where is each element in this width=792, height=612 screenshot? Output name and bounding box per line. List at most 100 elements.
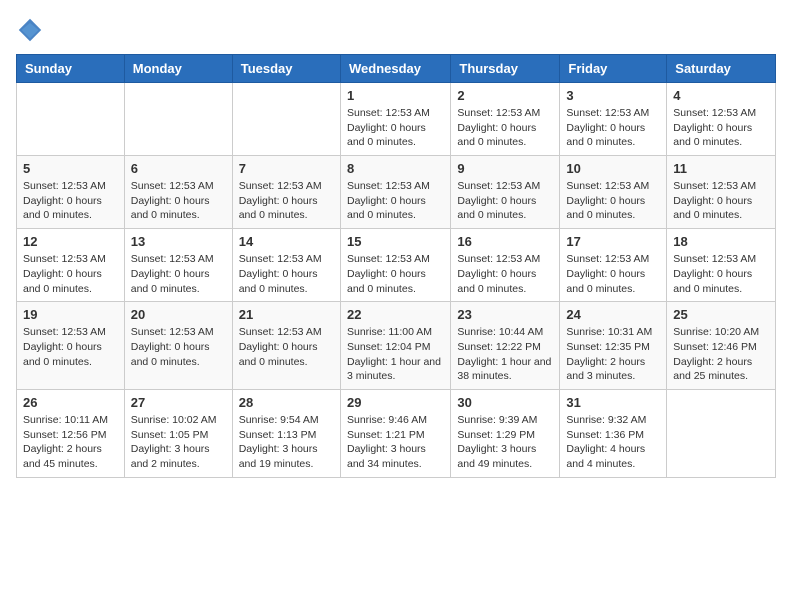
cell-info-text: Sunset: 12:53 AM Daylight: 0 hours and 0… xyxy=(673,179,769,223)
calendar-cell: 8 Sunset: 12:53 AM Daylight: 0 hours and … xyxy=(340,156,450,229)
cell-info-text: Sunset: 12:53 AM Daylight: 0 hours and 0… xyxy=(23,325,118,369)
cell-day-number: 1 xyxy=(347,88,444,103)
cell-info-text: Sunrise: 9:54 AM Sunset: 1:13 PM Dayligh… xyxy=(239,413,334,472)
calendar-week-row: 12 Sunset: 12:53 AM Daylight: 0 hours and… xyxy=(17,229,776,302)
cell-day-number: 27 xyxy=(131,395,226,410)
weekday-header: Sunday xyxy=(17,55,125,83)
cell-day-number: 15 xyxy=(347,234,444,249)
calendar-cell: 17 Sunset: 12:53 AM Daylight: 0 hours and… xyxy=(560,229,667,302)
cell-info-text: Sunset: 12:53 AM Daylight: 0 hours and 0… xyxy=(457,179,553,223)
cell-info-text: Sunrise: 11:00 AM Sunset: 12:04 PM Dayli… xyxy=(347,325,444,384)
cell-info-text: Sunset: 12:53 AM Daylight: 0 hours and 0… xyxy=(347,252,444,296)
calendar-cell: 24 Sunrise: 10:31 AM Sunset: 12:35 PM Day… xyxy=(560,302,667,390)
calendar-cell: 6 Sunset: 12:53 AM Daylight: 0 hours and … xyxy=(124,156,232,229)
cell-info-text: Sunset: 12:53 AM Daylight: 0 hours and 0… xyxy=(23,252,118,296)
cell-day-number: 8 xyxy=(347,161,444,176)
calendar-cell: 21Sunset: 12:53 AM Daylight: 0 hours and… xyxy=(232,302,340,390)
calendar-cell: 7 Sunset: 12:53 AM Daylight: 0 hours and … xyxy=(232,156,340,229)
cell-info-text: Sunset: 12:53 AM Daylight: 0 hours and 0… xyxy=(457,106,553,150)
cell-info-text: Sunset: 12:53 AM Daylight: 0 hours and 0… xyxy=(239,179,334,223)
cell-info-text: Sunset: 12:53 AM Daylight: 0 hours and 0… xyxy=(239,252,334,296)
cell-info-text: Sunrise: 10:11 AM Sunset: 12:56 PM Dayli… xyxy=(23,413,118,472)
weekday-header: Wednesday xyxy=(340,55,450,83)
cell-day-number: 14 xyxy=(239,234,334,249)
cell-day-number: 19 xyxy=(23,307,118,322)
weekday-header: Tuesday xyxy=(232,55,340,83)
calendar-cell: 31 Sunrise: 9:32 AM Sunset: 1:36 PM Dayli… xyxy=(560,389,667,477)
calendar-cell: 1 Sunset: 12:53 AM Daylight: 0 hours and … xyxy=(340,83,450,156)
calendar-cell: 3Sunset: 12:53 AM Daylight: 0 hours and … xyxy=(560,83,667,156)
cell-day-number: 6 xyxy=(131,161,226,176)
cell-info-text: Sunset: 12:53 AM Daylight: 0 hours and 0… xyxy=(457,252,553,296)
weekday-header: Thursday xyxy=(451,55,560,83)
calendar-cell: 30 Sunrise: 9:39 AM Sunset: 1:29 PM Dayli… xyxy=(451,389,560,477)
calendar-cell xyxy=(667,389,776,477)
cell-info-text: Sunset: 12:53 AM Daylight: 0 hours and 0… xyxy=(131,179,226,223)
calendar-cell xyxy=(17,83,125,156)
cell-info-text: Sunset: 12:53 AM Daylight: 0 hours and 0… xyxy=(131,252,226,296)
cell-day-number: 30 xyxy=(457,395,553,410)
cell-day-number: 24 xyxy=(566,307,660,322)
cell-info-text: Sunset: 12:53 AM Daylight: 0 hours and 0… xyxy=(23,179,118,223)
cell-info-text: Sunrise: 9:46 AM Sunset: 1:21 PM Dayligh… xyxy=(347,413,444,472)
calendar-week-row: 26 Sunrise: 10:11 AM Sunset: 12:56 PM Day… xyxy=(17,389,776,477)
cell-day-number: 7 xyxy=(239,161,334,176)
calendar-cell: 22 Sunrise: 11:00 AM Sunset: 12:04 PM Day… xyxy=(340,302,450,390)
calendar-cell: 13 Sunset: 12:53 AM Daylight: 0 hours and… xyxy=(124,229,232,302)
cell-day-number: 29 xyxy=(347,395,444,410)
calendar-cell: 10 Sunset: 12:53 AM Daylight: 0 hours and… xyxy=(560,156,667,229)
cell-day-number: 17 xyxy=(566,234,660,249)
weekday-header: Friday xyxy=(560,55,667,83)
cell-info-text: Sunrise: 10:02 AM Sunset: 1:05 PM Daylig… xyxy=(131,413,226,472)
cell-day-number: 12 xyxy=(23,234,118,249)
cell-day-number: 26 xyxy=(23,395,118,410)
calendar-cell xyxy=(232,83,340,156)
cell-day-number: 2 xyxy=(457,88,553,103)
weekday-header: Saturday xyxy=(667,55,776,83)
cell-day-number: 3 xyxy=(566,88,660,103)
cell-day-number: 11 xyxy=(673,161,769,176)
cell-info-text: Sunset: 12:53 AM Daylight: 0 hours and 0… xyxy=(673,106,769,150)
cell-info-text: Sunset: 12:53 AM Daylight: 0 hours and 0… xyxy=(347,106,444,150)
cell-day-number: 10 xyxy=(566,161,660,176)
cell-day-number: 23 xyxy=(457,307,553,322)
cell-day-number: 4 xyxy=(673,88,769,103)
cell-day-number: 18 xyxy=(673,234,769,249)
cell-info-text: Sunset: 12:53 AM Daylight: 0 hours and 0… xyxy=(239,325,334,369)
cell-day-number: 9 xyxy=(457,161,553,176)
cell-day-number: 25 xyxy=(673,307,769,322)
calendar-cell: 23 Sunrise: 10:44 AM Sunset: 12:22 PM Day… xyxy=(451,302,560,390)
calendar-cell: 20Sunset: 12:53 AM Daylight: 0 hours and… xyxy=(124,302,232,390)
calendar-cell: 2 Sunset: 12:53 AM Daylight: 0 hours and … xyxy=(451,83,560,156)
calendar-cell: 5 Sunset: 12:53 AM Daylight: 0 hours and … xyxy=(17,156,125,229)
calendar-table: SundayMondayTuesdayWednesdayThursdayFrid… xyxy=(16,54,776,478)
logo-icon xyxy=(16,16,44,44)
calendar-cell: 27 Sunrise: 10:02 AM Sunset: 1:05 PM Dayl… xyxy=(124,389,232,477)
cell-info-text: Sunrise: 9:32 AM Sunset: 1:36 PM Dayligh… xyxy=(566,413,660,472)
calendar-cell: 15 Sunset: 12:53 AM Daylight: 0 hours and… xyxy=(340,229,450,302)
cell-day-number: 5 xyxy=(23,161,118,176)
calendar-cell: 29 Sunrise: 9:46 AM Sunset: 1:21 PM Dayli… xyxy=(340,389,450,477)
calendar-cell: 19 Sunset: 12:53 AM Daylight: 0 hours and… xyxy=(17,302,125,390)
cell-info-text: Sunrise: 9:39 AM Sunset: 1:29 PM Dayligh… xyxy=(457,413,553,472)
cell-info-text: Sunset: 12:53 AM Daylight: 0 hours and 0… xyxy=(566,252,660,296)
weekday-header: Monday xyxy=(124,55,232,83)
cell-day-number: 16 xyxy=(457,234,553,249)
calendar-cell: 26 Sunrise: 10:11 AM Sunset: 12:56 PM Day… xyxy=(17,389,125,477)
calendar-week-row: 5 Sunset: 12:53 AM Daylight: 0 hours and … xyxy=(17,156,776,229)
cell-day-number: 22 xyxy=(347,307,444,322)
logo xyxy=(16,16,48,44)
cell-info-text: Sunset: 12:53 AM Daylight: 0 hours and 0… xyxy=(673,252,769,296)
calendar-cell: 14 Sunset: 12:53 AM Daylight: 0 hours and… xyxy=(232,229,340,302)
weekday-header-row: SundayMondayTuesdayWednesdayThursdayFrid… xyxy=(17,55,776,83)
cell-info-text: Sunrise: 10:44 AM Sunset: 12:22 PM Dayli… xyxy=(457,325,553,384)
cell-info-text: Sunrise: 10:31 AM Sunset: 12:35 PM Dayli… xyxy=(566,325,660,384)
cell-day-number: 13 xyxy=(131,234,226,249)
calendar-cell: 16 Sunset: 12:53 AM Daylight: 0 hours and… xyxy=(451,229,560,302)
calendar-week-row: 19 Sunset: 12:53 AM Daylight: 0 hours and… xyxy=(17,302,776,390)
cell-day-number: 31 xyxy=(566,395,660,410)
cell-info-text: Sunset: 12:53 AM Daylight: 0 hours and 0… xyxy=(566,179,660,223)
cell-info-text: Sunset: 12:53 AM Daylight: 0 hours and 0… xyxy=(131,325,226,369)
cell-info-text: Sunset: 12:53 AM Daylight: 0 hours and 0… xyxy=(347,179,444,223)
calendar-cell: 28Sunrise: 9:54 AM Sunset: 1:13 PM Dayli… xyxy=(232,389,340,477)
